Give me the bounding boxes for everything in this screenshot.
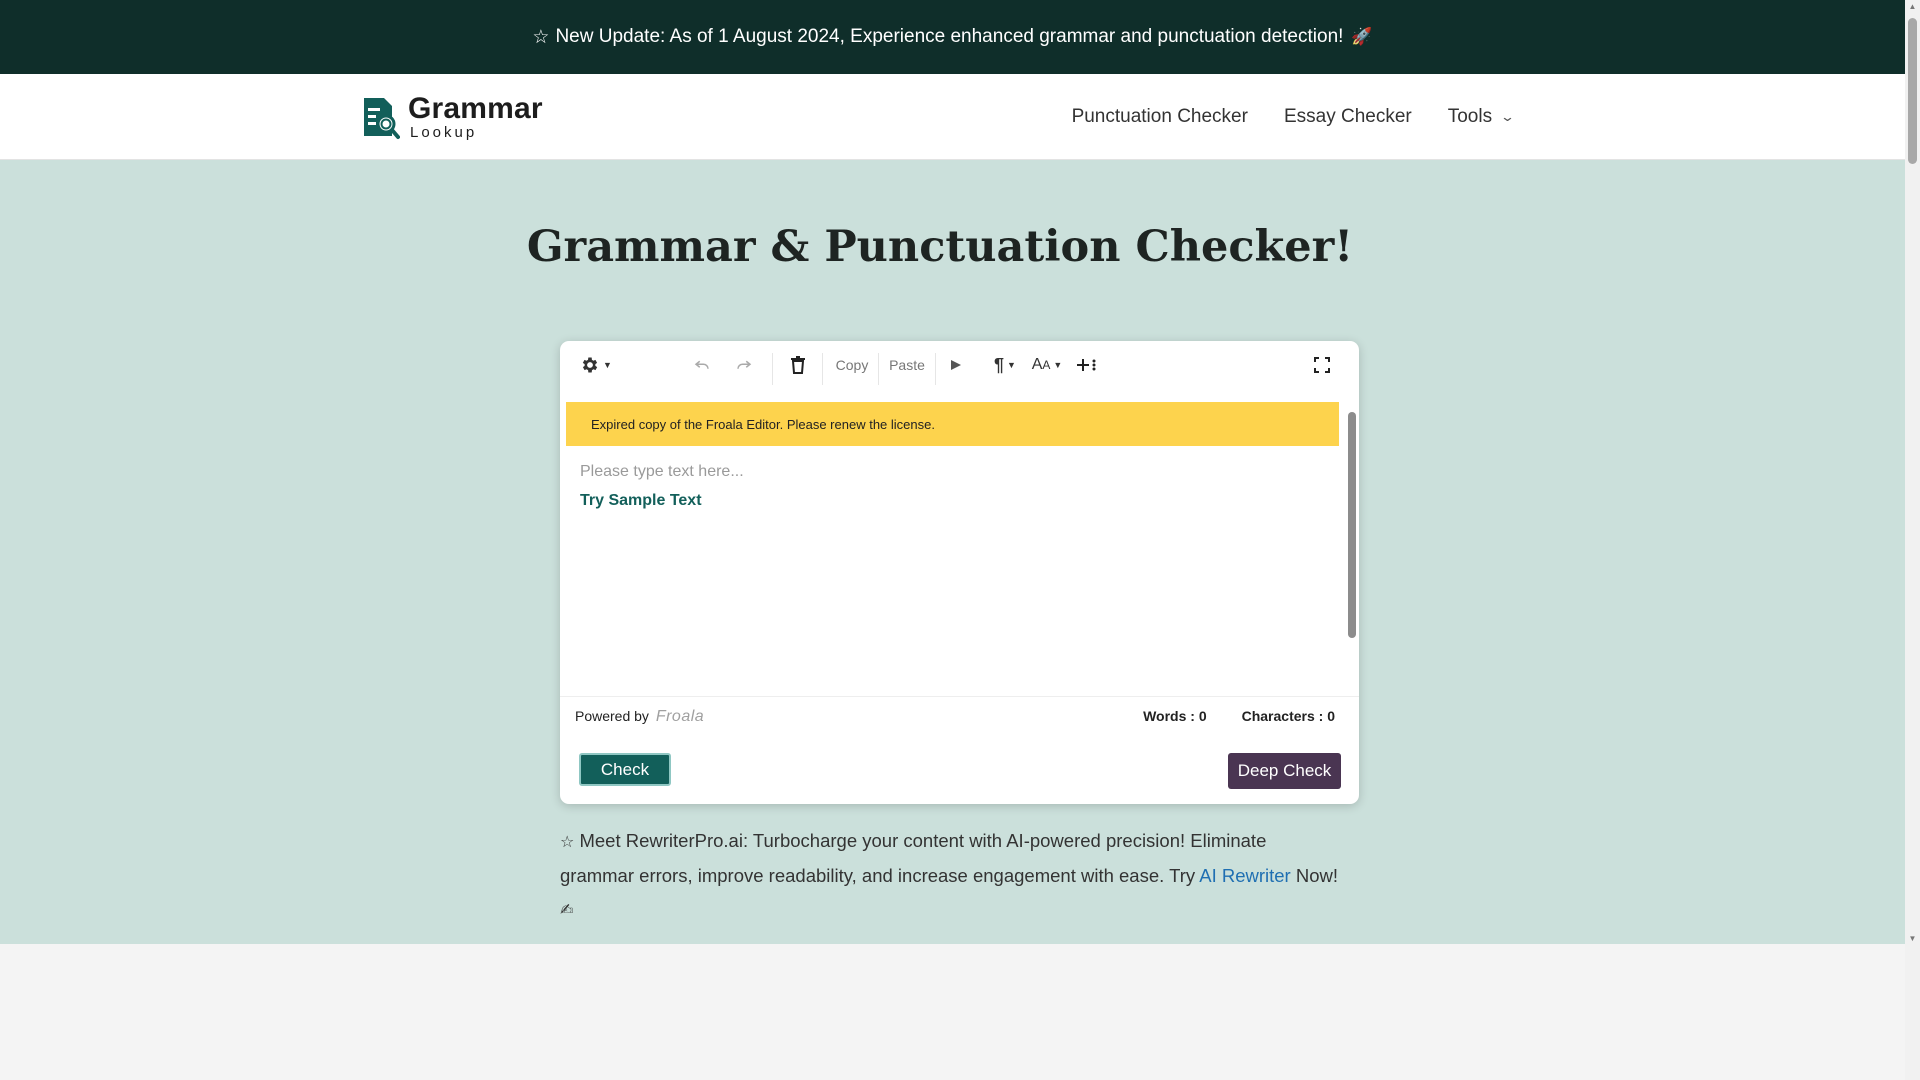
deep-check-button[interactable]: Deep Check bbox=[1228, 753, 1341, 789]
play-icon bbox=[951, 360, 961, 370]
nav-tools-label: Tools bbox=[1447, 105, 1493, 127]
fullscreen-button[interactable] bbox=[1310, 351, 1334, 379]
copy-button[interactable]: Copy bbox=[830, 351, 874, 379]
promo-body: Meet RewriterPro.ai: Turbocharge your co… bbox=[560, 830, 1267, 886]
scroll-up-arrow-icon[interactable]: ▲ bbox=[1908, 2, 1917, 12]
promo-tail: Now! bbox=[1295, 865, 1339, 886]
editor-card: ▼ Copy Paste ¶ ▼ AA ▼ Expired copy of th… bbox=[560, 341, 1359, 804]
editor-toolbar: ▼ Copy Paste ¶ ▼ AA ▼ bbox=[560, 341, 1359, 389]
toolbar-separator bbox=[878, 353, 879, 385]
character-count: Characters : 0 bbox=[1241, 708, 1335, 724]
page-scrollbar-thumb[interactable] bbox=[1908, 18, 1917, 164]
font-size-dropdown[interactable]: AA ▼ bbox=[1029, 351, 1065, 379]
logo[interactable]: Grammar Lookup bbox=[362, 94, 543, 140]
play-button[interactable] bbox=[944, 351, 968, 379]
page-title: Grammar & Punctuation Checker! bbox=[526, 222, 1354, 272]
nav-tools-dropdown[interactable]: Tools ⌄ bbox=[1447, 105, 1516, 128]
rocket-icon: 🚀 bbox=[1351, 27, 1373, 46]
clear-button[interactable] bbox=[786, 351, 810, 379]
toolbar-separator bbox=[772, 353, 773, 385]
settings-dropdown-button[interactable]: ▼ bbox=[578, 351, 614, 379]
navbar: Grammar Lookup Punctuation Checker Essay… bbox=[0, 74, 1905, 160]
editor-text-area[interactable]: Please type text here... bbox=[580, 463, 744, 481]
paragraph-format-dropdown[interactable]: ¶ ▼ bbox=[988, 351, 1022, 379]
divider bbox=[560, 696, 1359, 697]
editor-counts: Words : 0 Characters : 0 bbox=[1143, 708, 1335, 724]
font-size-icon: AA bbox=[1031, 356, 1051, 373]
word-count: Words : 0 bbox=[1143, 708, 1207, 724]
logo-icon bbox=[364, 98, 400, 139]
paste-button[interactable]: Paste bbox=[884, 351, 930, 379]
announcement-banner: ☆ New Update: As of 1 August 2024, Exper… bbox=[0, 0, 1905, 74]
more-options-button[interactable] bbox=[1074, 351, 1100, 379]
caret-down-icon: ▼ bbox=[603, 360, 612, 370]
scroll-down-arrow-icon[interactable]: ▼ bbox=[1908, 934, 1917, 944]
editor-scrollbar-thumb[interactable] bbox=[1348, 412, 1356, 638]
license-notice: Expired copy of the Froala Editor. Pleas… bbox=[566, 402, 1339, 446]
logo-title: Grammar bbox=[408, 92, 543, 125]
toolbar-separator bbox=[822, 353, 823, 385]
chevron-down-icon: ⌄ bbox=[1499, 108, 1516, 124]
announcement-text: New Update: As of 1 August 2024, Experie… bbox=[555, 26, 1344, 47]
main-section: Grammar & Punctuation Checker! ▼ Copy Pa… bbox=[0, 160, 1905, 944]
try-sample-text-link[interactable]: Try Sample Text bbox=[580, 492, 702, 510]
froala-logo[interactable]: Froala bbox=[656, 708, 704, 725]
caret-down-icon: ▼ bbox=[1053, 360, 1063, 370]
gear-icon bbox=[582, 357, 598, 373]
redo-button[interactable] bbox=[732, 351, 756, 379]
undo-button[interactable] bbox=[690, 351, 714, 379]
check-button[interactable]: Check bbox=[579, 753, 671, 786]
fullscreen-icon bbox=[1314, 357, 1330, 373]
paragraph-icon: ¶ bbox=[994, 354, 1005, 375]
ai-rewriter-link[interactable]: AI Rewriter bbox=[1199, 865, 1291, 886]
nav-essay-checker[interactable]: Essay Checker bbox=[1284, 106, 1412, 128]
star-icon: ☆ bbox=[532, 26, 550, 48]
promo-text: ☆ Meet RewriterPro.ai: Turbocharge your … bbox=[560, 824, 1340, 927]
undo-icon bbox=[694, 360, 709, 369]
redo-icon bbox=[737, 360, 752, 369]
star-icon: ☆ bbox=[560, 834, 575, 851]
logo-subtitle: Lookup bbox=[410, 124, 478, 141]
caret-down-icon: ▼ bbox=[1007, 360, 1016, 370]
powered-by: Powered by Froala bbox=[575, 708, 704, 726]
nav-links: Punctuation Checker Essay Checker Tools … bbox=[1036, 74, 1516, 159]
page-scrollbar[interactable]: ▲ ▼ bbox=[1905, 0, 1920, 1080]
writing-hand-icon: ✍ bbox=[560, 902, 574, 919]
powered-by-label: Powered by bbox=[575, 708, 649, 724]
trash-icon bbox=[791, 356, 805, 374]
toolbar-separator bbox=[935, 353, 936, 385]
nav-punctuation-checker[interactable]: Punctuation Checker bbox=[1072, 106, 1248, 128]
plus-more-icon bbox=[1077, 359, 1096, 371]
